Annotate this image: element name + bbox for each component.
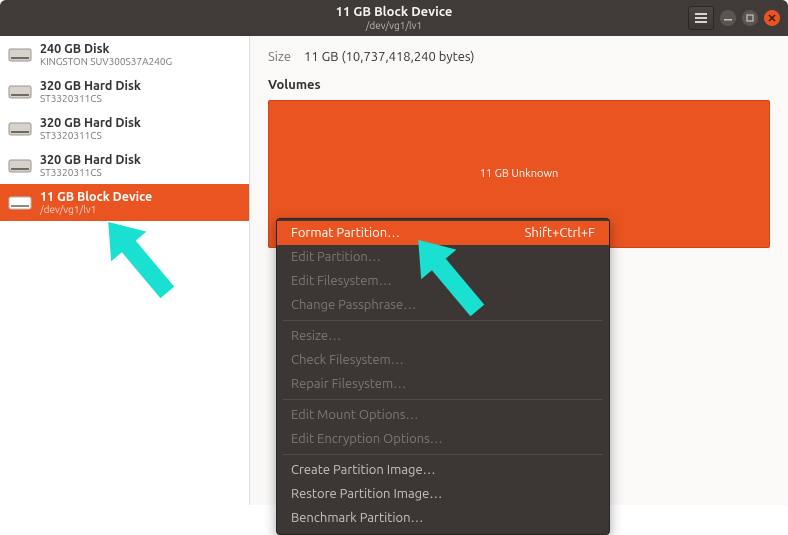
menu-item-check-filesystem[interactable]: Check Filesystem… <box>277 348 609 372</box>
disk-model: ST3320311CS <box>40 93 141 104</box>
close-icon <box>768 14 776 22</box>
close-button[interactable] <box>764 10 780 26</box>
menu-item-label: Benchmark Partition… <box>291 511 423 525</box>
menu-item-format-partition[interactable]: Format Partition… Shift+Ctrl+F <box>277 221 609 245</box>
minimize-button[interactable] <box>720 10 736 26</box>
size-row: Size 11 GB (10,737,418,240 bytes) <box>268 50 770 64</box>
menu-item-label: Restore Partition Image… <box>291 487 442 501</box>
menu-item-label: Check Filesystem… <box>291 353 404 367</box>
hard-disk-icon <box>8 46 32 64</box>
sidebar-item-disk[interactable]: 320 GB Hard Disk ST3320311CS <box>0 147 249 184</box>
volume-label: 11 GB Unknown <box>480 168 559 180</box>
window-subtitle: /dev/vg1/lv1 <box>0 20 788 31</box>
disk-name: 240 GB Disk <box>40 42 172 56</box>
volumes-heading: Volumes <box>268 78 770 92</box>
window-title: 11 GB Block Device <box>0 5 788 19</box>
disk-model: KINGSTON SUV300S37A240G <box>40 56 172 67</box>
menu-button[interactable] <box>688 6 714 30</box>
menu-item-resize[interactable]: Resize… <box>277 324 609 348</box>
device-list: 240 GB Disk KINGSTON SUV300S37A240G 320 … <box>0 36 250 505</box>
menu-separator <box>283 320 603 321</box>
menu-item-label: Edit Encryption Options… <box>291 432 443 446</box>
menu-item-label: Edit Filesystem… <box>291 274 392 288</box>
disk-path: /dev/vg1/lv1 <box>40 204 152 215</box>
menu-item-label: Repair Filesystem… <box>291 377 406 391</box>
menu-separator <box>283 454 603 455</box>
menu-item-edit-partition[interactable]: Edit Partition… <box>277 245 609 269</box>
sidebar-item-block-device[interactable]: 11 GB Block Device /dev/vg1/lv1 <box>0 184 249 221</box>
menu-item-repair-filesystem[interactable]: Repair Filesystem… <box>277 372 609 396</box>
disk-name: 11 GB Block Device <box>40 190 152 204</box>
disk-name: 320 GB Hard Disk <box>40 79 141 93</box>
hard-disk-icon <box>8 83 32 101</box>
titlebar: 11 GB Block Device /dev/vg1/lv1 <box>0 0 788 36</box>
menu-separator <box>283 399 603 400</box>
disk-model: ST3320311CS <box>40 130 141 141</box>
hard-disk-icon <box>8 157 32 175</box>
menu-item-label: Format Partition… <box>291 226 400 240</box>
menu-item-restore-partition-image[interactable]: Restore Partition Image… <box>277 482 609 506</box>
hamburger-icon <box>695 13 707 23</box>
menu-item-edit-mount-options[interactable]: Edit Mount Options… <box>277 403 609 427</box>
block-device-icon <box>8 194 32 212</box>
sidebar-item-disk[interactable]: 320 GB Hard Disk ST3320311CS <box>0 110 249 147</box>
minimize-icon <box>724 14 732 22</box>
menu-item-shortcut: Shift+Ctrl+F <box>525 226 595 240</box>
sidebar-item-disk[interactable]: 320 GB Hard Disk ST3320311CS <box>0 73 249 110</box>
menu-item-benchmark-partition[interactable]: Benchmark Partition… <box>277 506 609 530</box>
menu-item-change-passphrase[interactable]: Change Passphrase… <box>277 293 609 317</box>
menu-item-create-partition-image[interactable]: Create Partition Image… <box>277 458 609 482</box>
size-value: 11 GB (10,737,418,240 bytes) <box>304 50 474 64</box>
partition-context-menu: Format Partition… Shift+Ctrl+F Edit Part… <box>276 218 610 535</box>
menu-item-edit-encryption-options[interactable]: Edit Encryption Options… <box>277 427 609 451</box>
disk-name: 320 GB Hard Disk <box>40 153 141 167</box>
menu-item-label: Edit Mount Options… <box>291 408 418 422</box>
maximize-button[interactable] <box>742 10 758 26</box>
disk-name: 320 GB Hard Disk <box>40 116 141 130</box>
menu-item-label: Change Passphrase… <box>291 298 416 312</box>
menu-item-label: Edit Partition… <box>291 250 381 264</box>
disk-model: ST3320311CS <box>40 167 141 178</box>
menu-item-edit-filesystem[interactable]: Edit Filesystem… <box>277 269 609 293</box>
hard-disk-icon <box>8 120 32 138</box>
sidebar-item-disk[interactable]: 240 GB Disk KINGSTON SUV300S37A240G <box>0 36 249 73</box>
menu-item-label: Create Partition Image… <box>291 463 436 477</box>
maximize-icon <box>746 14 754 22</box>
size-label: Size <box>268 50 291 64</box>
menu-item-label: Resize… <box>291 329 341 343</box>
